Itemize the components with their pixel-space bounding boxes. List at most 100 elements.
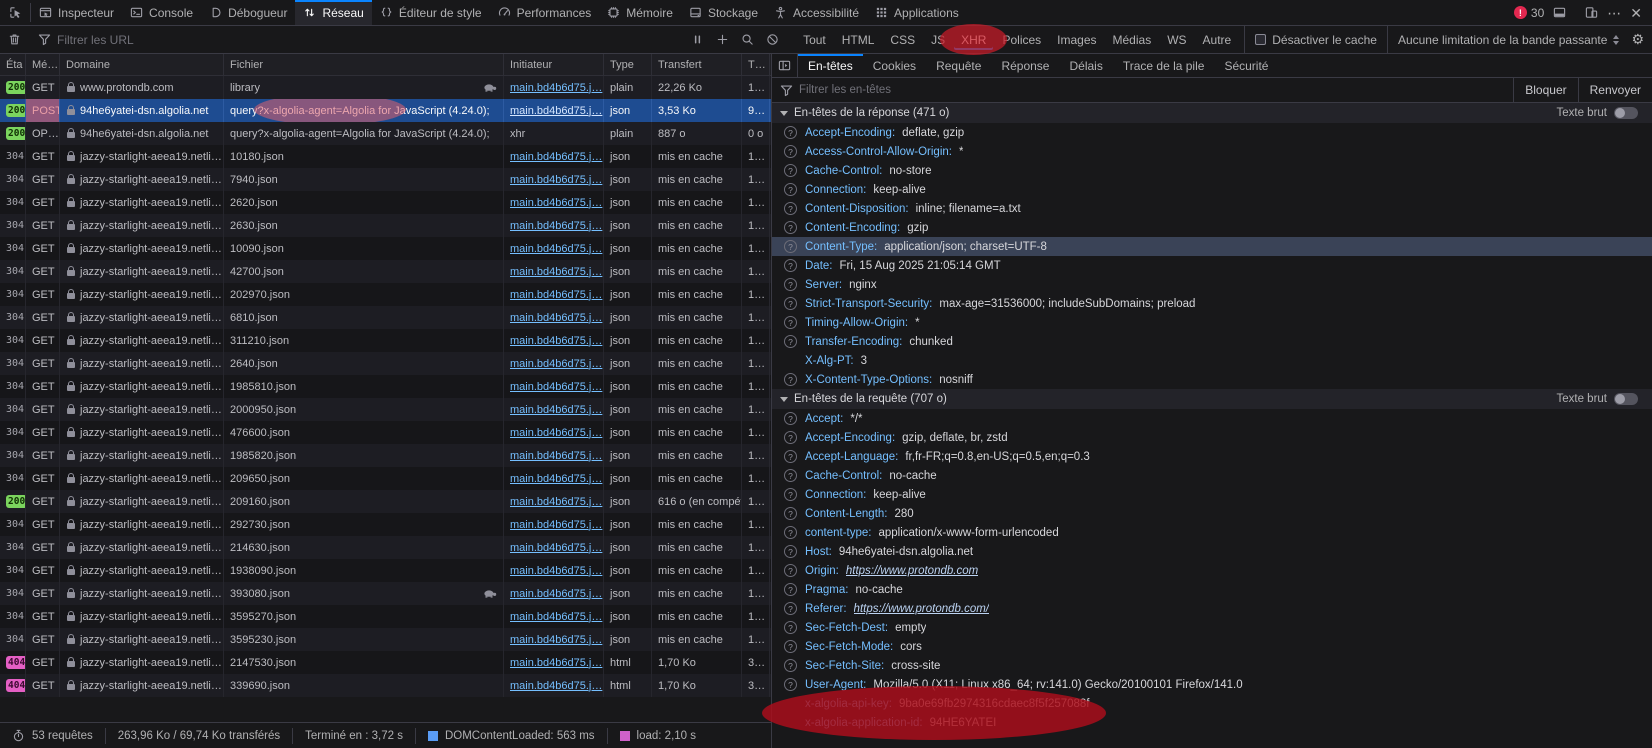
throttling-select[interactable]: Aucune limitation de la bande passante [1387,26,1629,53]
initiator-link[interactable]: main.bd4b6d75.j… [510,82,602,94]
details-tab-en-t-tes[interactable]: En-têtes [798,54,863,77]
help-icon[interactable]: ? [784,316,797,329]
initiator-link[interactable]: main.bd4b6d75.j… [510,542,602,554]
block-requests-icon[interactable] [766,33,779,46]
response-header-row[interactable]: ?Transfer-Encoding:chunked [772,332,1652,351]
tab-debogueur[interactable]: Débogueur [201,0,295,25]
stopwatch-icon[interactable] [12,729,25,742]
table-row[interactable]: 304GETjazzy-starlight-aeea19.netli…10090… [0,237,771,260]
help-icon[interactable]: ? [784,183,797,196]
initiator-link[interactable]: main.bd4b6d75.j… [510,197,602,209]
initiator-link[interactable]: main.bd4b6d75.j… [510,289,602,301]
table-row[interactable]: 304GETjazzy-starlight-aeea19.netli…20009… [0,398,771,421]
initiator-link[interactable]: main.bd4b6d75.j… [510,588,602,600]
table-row[interactable]: 304GETjazzy-starlight-aeea19.netli…10180… [0,145,771,168]
details-tab-cookies[interactable]: Cookies [863,54,926,77]
network-settings-gear-icon[interactable]: ⚙ [1629,31,1652,48]
details-tab-trace-de-la-pile[interactable]: Trace de la pile [1113,54,1215,77]
initiator-link[interactable]: main.bd4b6d75.j… [510,105,602,117]
table-row[interactable]: 200GETwww.protondb.comlibrarymain.bd4b6d… [0,76,771,99]
table-row[interactable]: 304GETjazzy-starlight-aeea19.netli…35952… [0,628,771,651]
tab-console[interactable]: Console [122,0,201,25]
response-header-row[interactable]: ?Connection:keep-alive [772,180,1652,199]
tab-stockage[interactable]: Stockage [681,0,766,25]
table-row[interactable]: 200OP…94he6yatei-dsn.algolia.netquery?x-… [0,122,771,145]
help-icon[interactable]: ? [784,602,797,615]
initiator-link[interactable]: main.bd4b6d75.j… [510,404,602,416]
details-tab-r-ponse[interactable]: Réponse [991,54,1059,77]
headers-filter-input[interactable] [799,84,1513,96]
request-header-row[interactable]: ?Sec-Fetch-Dest:empty [772,618,1652,637]
initiator-link[interactable]: main.bd4b6d75.j… [510,657,602,669]
request-header-row[interactable]: ?Sec-Fetch-Site:cross-site [772,656,1652,675]
help-icon[interactable]: ? [784,507,797,520]
initiator-link[interactable]: main.bd4b6d75.j… [510,381,602,393]
help-icon[interactable]: ? [784,450,797,463]
response-header-row[interactable]: ?Access-Control-Allow-Origin:* [772,142,1652,161]
type-filter-html[interactable]: HTML [835,30,882,50]
panel-toggle-icon[interactable] [772,54,798,77]
table-row[interactable]: 404GETjazzy-starlight-aeea19.netli…21475… [0,651,771,674]
help-icon[interactable]: ? [784,278,797,291]
column-header-3[interactable]: Fichier [224,54,504,75]
table-row[interactable]: 304GETjazzy-starlight-aeea19.netli…19380… [0,559,771,582]
request-header-row[interactable]: ?Host:94he6yatei-dsn.algolia.net [772,542,1652,561]
details-tab-s-curit-[interactable]: Sécurité [1214,54,1278,77]
response-header-row[interactable]: ?Date:Fri, 15 Aug 2025 21:05:14 GMT [772,256,1652,275]
request-header-row[interactable]: ?Cache-Control:no-cache [772,466,1652,485]
help-icon[interactable]: ? [784,545,797,558]
table-row[interactable]: 304GETjazzy-starlight-aeea19.netli…6810.… [0,306,771,329]
dock-side-icon[interactable] [1553,6,1566,19]
table-row[interactable]: 304GETjazzy-starlight-aeea19.netli…7940.… [0,168,771,191]
help-icon[interactable]: ? [784,659,797,672]
help-icon[interactable]: ? [784,259,797,272]
request-header-row[interactable]: ?Sec-Fetch-Mode:cors [772,637,1652,656]
response-header-row[interactable]: ?Cache-Control:no-store [772,161,1652,180]
tab-memoire[interactable]: Mémoire [599,0,681,25]
table-row[interactable]: 304GETjazzy-starlight-aeea19.netli…20297… [0,283,771,306]
request-headers-section-bar[interactable]: En-têtes de la requête (707 o) Texte bru… [772,389,1652,409]
table-row[interactable]: 304GETjazzy-starlight-aeea19.netli…20965… [0,467,771,490]
raw-toggle-switch[interactable] [1614,393,1638,405]
tab-reseau[interactable]: Réseau [295,0,371,25]
table-row[interactable]: 304GETjazzy-starlight-aeea19.netli…42700… [0,260,771,283]
response-header-row[interactable]: ?Server:nginx [772,275,1652,294]
help-icon[interactable]: ? [784,164,797,177]
request-header-row[interactable]: ?Accept-Encoding:gzip, deflate, br, zstd [772,428,1652,447]
request-header-row[interactable]: ?content-type:application/x-www-form-url… [772,523,1652,542]
help-icon[interactable]: ? [784,145,797,158]
initiator-link[interactable]: main.bd4b6d75.j… [510,312,602,324]
initiator-link[interactable]: main.bd4b6d75.j… [510,427,602,439]
help-icon[interactable]: ? [784,488,797,501]
column-header-2[interactable]: Domaine [60,54,224,75]
table-row[interactable]: 304GETjazzy-starlight-aeea19.netli…39308… [0,582,771,605]
table-row[interactable]: 200POST94he6yatei-dsn.algolia.netquery?x… [0,99,771,122]
tab-performances[interactable]: Performances [490,0,600,25]
column-header-6[interactable]: Transfert [652,54,742,75]
table-row[interactable]: 200GETjazzy-starlight-aeea19.netli…20916… [0,490,771,513]
table-row[interactable]: 304GETjazzy-starlight-aeea19.netli…47660… [0,421,771,444]
type-filter-css[interactable]: CSS [883,30,922,50]
initiator-link[interactable]: main.bd4b6d75.j… [510,611,602,623]
disable-cache-checkbox[interactable] [1255,34,1266,45]
element-picker-icon[interactable] [0,0,30,25]
block-button[interactable]: Bloquer [1513,78,1577,102]
help-icon[interactable]: ? [784,640,797,653]
request-header-row[interactable]: ?x-algolia-api-key:9ba0e69fb2974316cdaec… [772,694,1652,713]
request-header-row[interactable]: ?Referer:https://www.protondb.com/ [772,599,1652,618]
tab-applications[interactable]: Applications [867,0,967,25]
response-header-row[interactable]: ?Accept-Encoding:deflate, gzip [772,123,1652,142]
type-filter-autre[interactable]: Autre [1196,30,1239,50]
response-header-row[interactable]: ?Content-Type:application/json; charset=… [772,237,1652,256]
response-header-row[interactable]: ?Strict-Transport-Security:max-age=31536… [772,294,1652,313]
column-header-4[interactable]: Initiateur [504,54,604,75]
url-filter-input[interactable] [57,33,672,47]
details-tab-d-lais[interactable]: Délais [1059,54,1112,77]
more-options-icon[interactable]: ⋯ [1607,6,1621,20]
table-row[interactable]: 304GETjazzy-starlight-aeea19.netli…35952… [0,605,771,628]
request-header-row[interactable]: ?Content-Length:280 [772,504,1652,523]
initiator-link[interactable]: main.bd4b6d75.j… [510,473,602,485]
help-icon[interactable]: ? [784,373,797,386]
request-header-row[interactable]: ?Accept:*/* [772,409,1652,428]
help-icon[interactable]: ? [784,126,797,139]
